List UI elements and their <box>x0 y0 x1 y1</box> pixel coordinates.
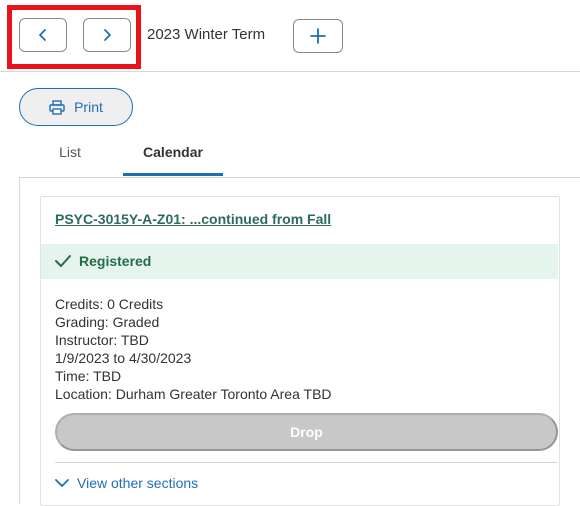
printer-icon <box>49 99 65 115</box>
location-text: Location: Durham Greater Toronto Area TB… <box>55 386 332 402</box>
chevron-left-icon <box>39 29 46 41</box>
grading-text: Grading: Graded <box>55 314 160 330</box>
chevron-down-icon <box>55 479 69 487</box>
tab-list[interactable]: List <box>39 136 101 176</box>
previous-term-button[interactable] <box>19 18 67 52</box>
chevron-right-icon <box>104 29 111 41</box>
view-other-sections-link[interactable]: View other sections <box>55 475 198 491</box>
credits-text: Credits: 0 Credits <box>55 296 164 312</box>
drop-button[interactable]: Drop <box>55 413 558 451</box>
registration-status: Registered <box>55 253 151 269</box>
time-text: Time: TBD <box>55 368 122 384</box>
term-title: 2023 Winter Term <box>147 26 266 43</box>
next-term-button[interactable] <box>83 18 131 52</box>
divider <box>55 462 558 463</box>
course-details: Credits: 0 Credits Grading: Graded Instr… <box>55 295 332 403</box>
status-label: Registered <box>79 253 152 269</box>
view-tabs: List Calendar <box>19 136 580 178</box>
course-title-link[interactable]: PSYC-3015Y-A-Z01: ...continued from Fall <box>55 211 331 227</box>
plus-icon <box>310 28 326 44</box>
print-label: Print <box>74 99 103 115</box>
add-term-button[interactable] <box>293 19 343 53</box>
tab-calendar[interactable]: Calendar <box>123 136 223 176</box>
dates-text: 1/9/2023 to 4/30/2023 <box>55 350 192 366</box>
print-button[interactable]: Print <box>19 88 133 126</box>
instructor-text: Instructor: TBD <box>55 332 149 348</box>
view-other-sections-label: View other sections <box>77 475 199 491</box>
checkmark-icon <box>55 255 71 267</box>
